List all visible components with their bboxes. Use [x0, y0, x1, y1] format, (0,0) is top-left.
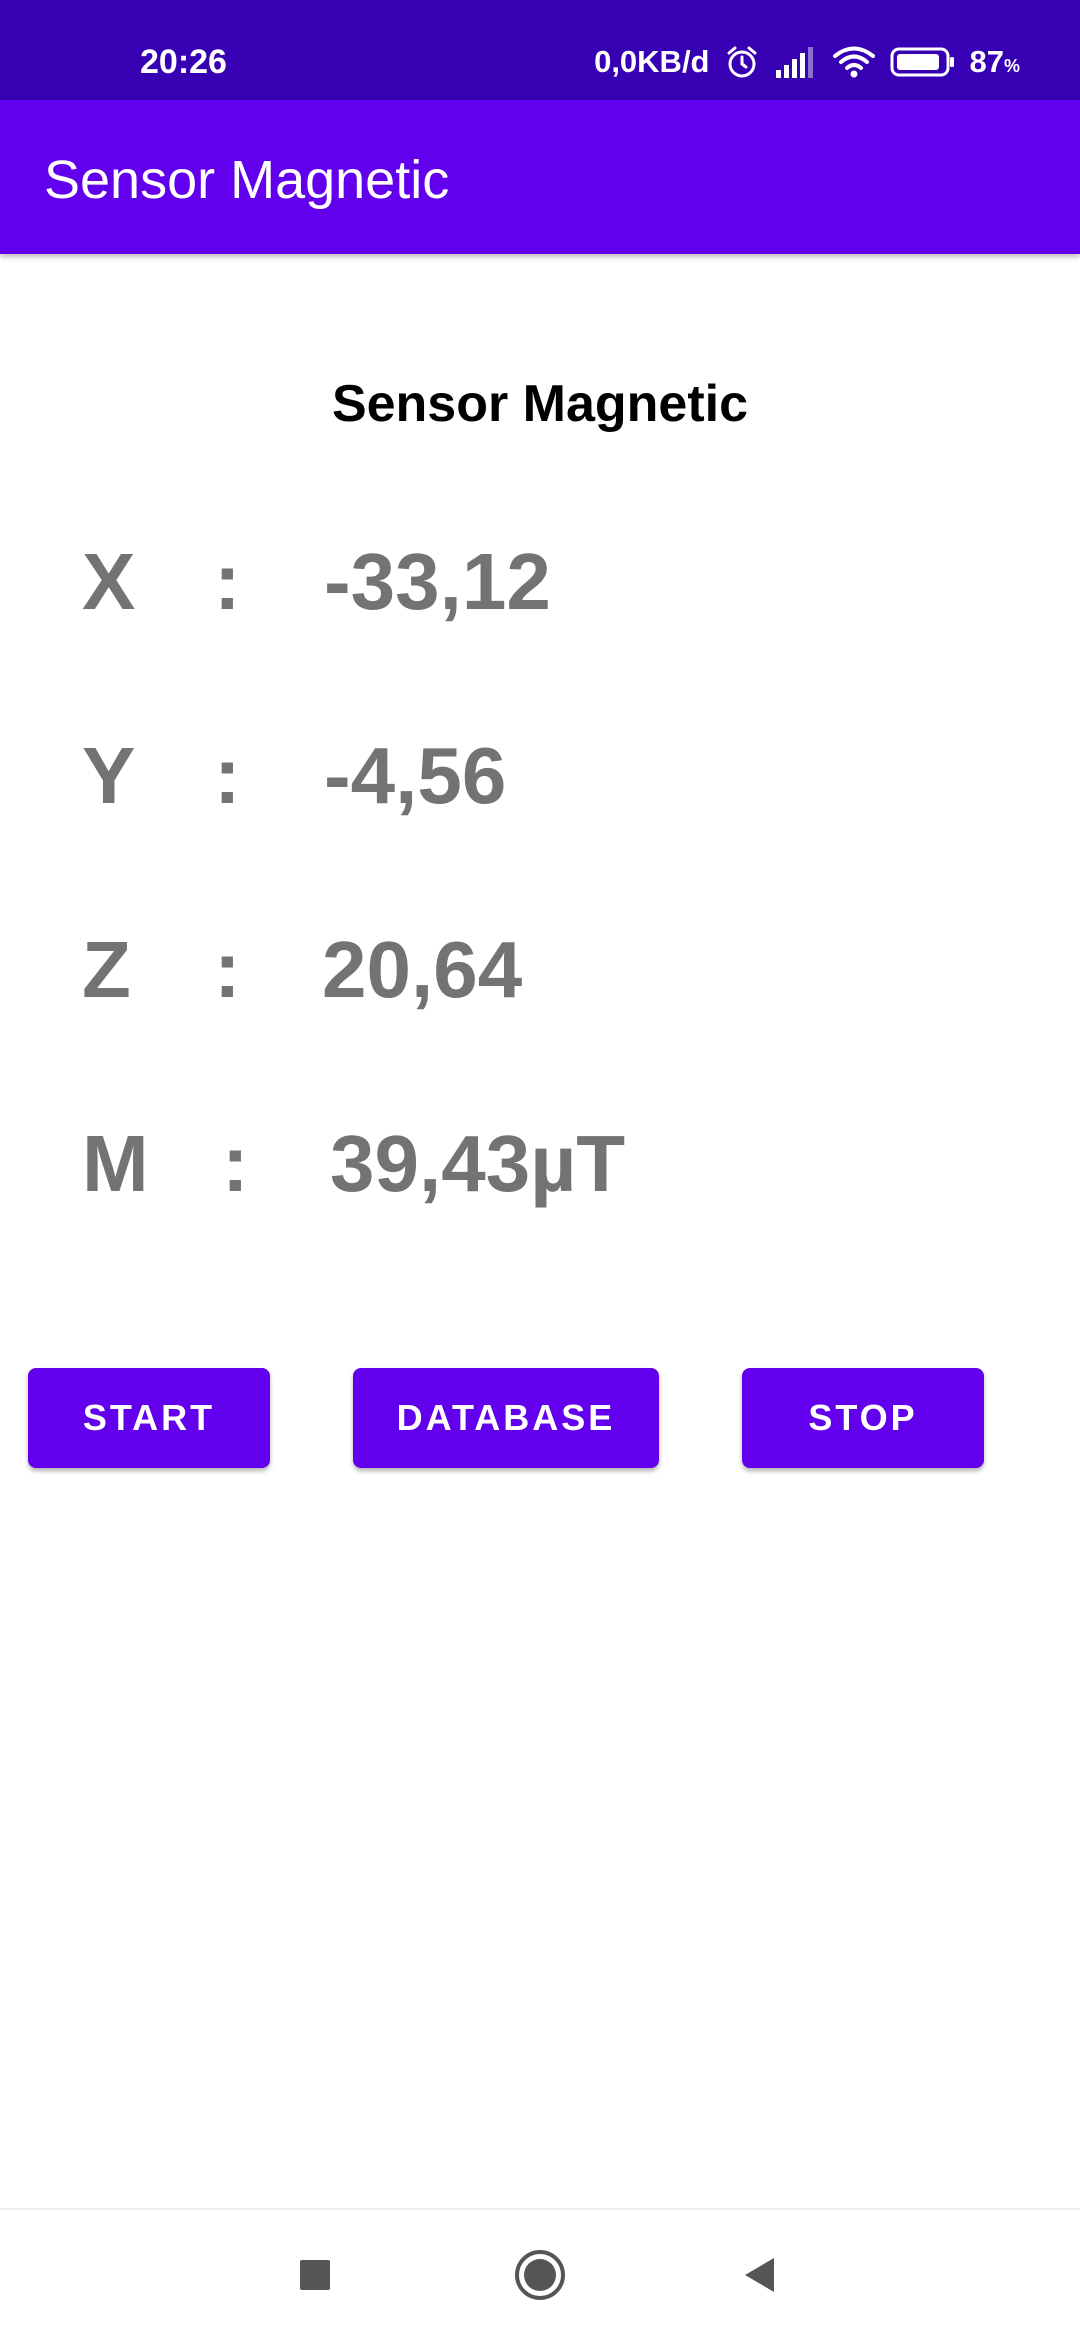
- battery-percent-value: 87: [969, 44, 1004, 79]
- battery-percent-unit: %: [1003, 56, 1020, 76]
- reading-label: M: [82, 1119, 149, 1208]
- signal-icon: [774, 44, 818, 80]
- reading-value: -4,56: [324, 731, 507, 820]
- database-button[interactable]: DATABASE: [353, 1368, 659, 1468]
- reading-m: M : 39,43µT: [0, 1114, 1080, 1214]
- alarm-icon: [724, 44, 760, 80]
- navigation-bar: [0, 2208, 1080, 2340]
- reading-label: Y: [82, 731, 136, 820]
- reading-value: 20,64: [322, 925, 523, 1014]
- recents-icon[interactable]: [280, 2240, 350, 2310]
- reading-separator: :: [214, 925, 241, 1014]
- reading-label: Z: [82, 925, 131, 1014]
- reading-z: Z : 20,64: [0, 920, 1080, 1020]
- reading-x: X : -33,12: [0, 532, 1080, 632]
- wifi-icon: [832, 44, 876, 80]
- home-icon[interactable]: [505, 2240, 575, 2310]
- reading-separator: :: [222, 1119, 249, 1208]
- reading-y: Y : -4,56: [0, 726, 1080, 826]
- stop-button[interactable]: STOP: [742, 1368, 984, 1468]
- reading-separator: :: [214, 731, 241, 820]
- reading-value: 39,43µT: [330, 1119, 626, 1208]
- battery-percent: 87%: [970, 44, 1021, 80]
- app-bar: Sensor Magnetic: [0, 100, 1080, 254]
- back-icon[interactable]: [725, 2240, 795, 2310]
- reading-separator: :: [214, 537, 241, 626]
- battery-icon: [890, 44, 956, 80]
- status-icons: 0,0KB/d 87%: [594, 38, 1020, 86]
- screen: 20:26 0,0KB/d 87% Sensor Magnetic Sensor…: [0, 0, 1080, 2340]
- app-title: Sensor Magnetic: [44, 150, 450, 210]
- reading-value: -33,12: [324, 537, 551, 626]
- status-bar: 20:26 0,0KB/d 87%: [0, 0, 1080, 100]
- start-button[interactable]: START: [28, 1368, 270, 1468]
- status-time: 20:26: [140, 43, 227, 81]
- page-title: Sensor Magnetic: [331, 375, 749, 433]
- reading-label: X: [82, 537, 136, 626]
- network-speed: 0,0KB/d: [594, 44, 710, 79]
